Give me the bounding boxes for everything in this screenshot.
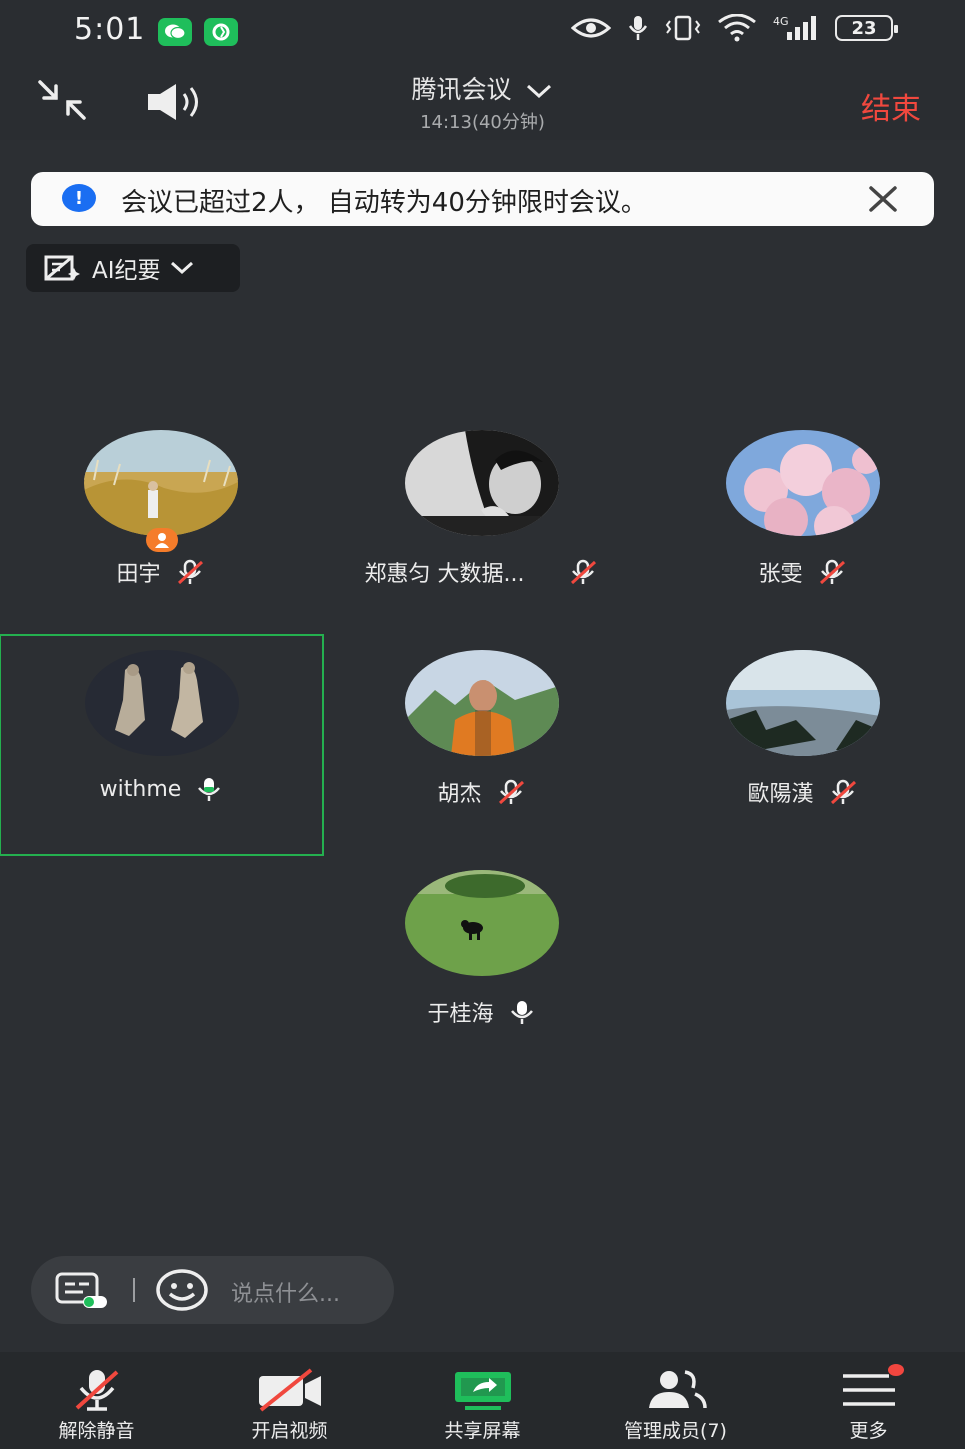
status-time: 5:01 [74, 12, 146, 47]
members-icon [648, 1370, 707, 1409]
share-screen-label: 共享屏幕 [444, 1420, 521, 1442]
mic-icon [628, 16, 648, 40]
meeting-title[interactable]: 腾讯会议 [0, 70, 965, 106]
mic-muted-icon [830, 779, 856, 805]
ai-summary-button[interactable]: AI纪要 [26, 244, 240, 292]
bottom-toolbar: 解除静音 开启视频 共享屏幕 管理成员(7) 更多 [0, 1352, 965, 1449]
mic-on-icon [198, 778, 221, 801]
more-button[interactable]: 更多 [772, 1352, 965, 1449]
status-bar: 5:01 4G 23 [0, 0, 965, 64]
menu-icon [842, 1374, 895, 1406]
notification-dot [888, 1364, 904, 1376]
participant-name: 张雯 [758, 562, 803, 587]
start-video-label: 开启视频 [251, 1420, 328, 1442]
mic-muted-icon [571, 559, 597, 585]
avatar [85, 650, 239, 756]
unmute-button[interactable]: 解除静音 [0, 1352, 193, 1449]
wechat-icon [158, 18, 192, 46]
chat-input-bar[interactable]: 说点什么... [31, 1256, 394, 1324]
vibrate-icon [665, 15, 701, 41]
share-screen-icon [454, 1372, 511, 1410]
participant-tile[interactable]: 于桂海 [321, 856, 642, 1074]
participant-tile[interactable]: 田宇 [0, 416, 321, 634]
participant-name: 郑惠匀 大数据... [364, 562, 525, 587]
share-screen-button[interactable]: 共享屏幕 [386, 1352, 579, 1449]
close-icon[interactable] [868, 186, 898, 216]
meeting-duration: 14:13(40分钟) [420, 112, 545, 133]
battery-indicator: 23 [835, 15, 898, 41]
avatar [84, 430, 238, 536]
mic-muted-icon [498, 779, 524, 805]
manage-members-label: 管理成员(7) [624, 1420, 727, 1442]
avatar [405, 650, 559, 756]
participant-name: 胡杰 [437, 782, 482, 807]
avatar [726, 650, 880, 756]
start-video-button[interactable]: 开启视频 [193, 1352, 386, 1449]
avatar [405, 870, 559, 976]
participant-tile[interactable]: 歐陽漢 [642, 636, 963, 854]
participant-name: 歐陽漢 [747, 782, 814, 807]
end-meeting-button[interactable]: 结束 [861, 84, 921, 128]
info-icon: ! [62, 184, 96, 212]
participant-name: withme [99, 776, 182, 802]
avatar [405, 430, 559, 536]
participant-tile[interactable]: 胡杰 [321, 636, 642, 854]
meeting-header: 腾讯会议 14:13(40分钟) 结束 [0, 64, 965, 140]
cellular-4g-icon: 4G [773, 15, 816, 40]
chevron-down-icon [527, 84, 552, 99]
host-badge-icon [146, 528, 178, 552]
green-app-icon [204, 18, 238, 46]
mic-muted-icon [819, 559, 845, 585]
unmute-label: 解除静音 [58, 1420, 135, 1442]
chevron-down-icon [170, 261, 193, 275]
chat-placeholder: 说点什么... [231, 1282, 340, 1307]
manage-members-button[interactable]: 管理成员(7) [579, 1352, 772, 1449]
emoji-icon[interactable] [155, 1268, 209, 1312]
notice-text: 会议已超过2人， 自动转为40分钟限时会议。 [121, 188, 647, 218]
ai-summary-icon [44, 255, 80, 281]
participant-tile[interactable]: 张雯 [642, 416, 963, 634]
avatar [726, 430, 880, 536]
notice-banner: ! 会议已超过2人， 自动转为40分钟限时会议。 [31, 172, 934, 226]
svg-text:4G: 4G [773, 15, 789, 28]
caption-toggle-icon[interactable] [53, 1270, 109, 1310]
participant-tile[interactable]: 郑惠匀 大数据... [321, 416, 642, 634]
participant-name: 田宇 [116, 562, 161, 587]
eye-icon [571, 18, 611, 38]
chat-divider [133, 1278, 135, 1302]
mic-muted-icon [177, 559, 203, 585]
wifi-icon [718, 14, 756, 42]
participant-tile-active-speaker[interactable]: withme [0, 634, 324, 856]
mic-muted-icon [75, 1370, 118, 1411]
mic-on-icon [510, 1001, 533, 1024]
participant-name: 于桂海 [427, 1002, 494, 1027]
video-off-icon [258, 1368, 321, 1412]
more-label: 更多 [849, 1420, 888, 1442]
ai-summary-label: AI纪要 [92, 258, 161, 284]
